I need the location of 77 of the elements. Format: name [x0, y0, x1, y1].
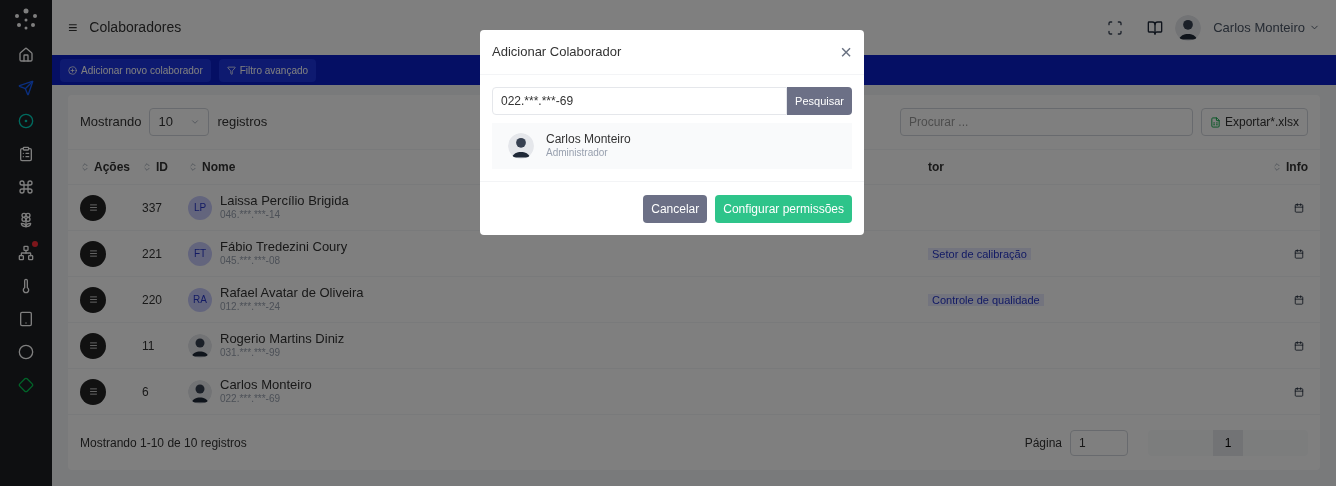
target-icon[interactable] — [18, 113, 34, 129]
page-size-select[interactable]: 10 — [149, 108, 210, 136]
result-name: Carlos Monteiro — [546, 132, 631, 148]
circle-icon[interactable] — [18, 344, 34, 360]
id-cell-text: 11 — [142, 337, 156, 355]
id-cell-text: 221 — [142, 245, 164, 263]
menu-icon — [88, 387, 98, 396]
home-icon[interactable] — [18, 47, 34, 63]
calendar-icon[interactable] — [1294, 386, 1304, 397]
row-menu-button[interactable] — [80, 286, 106, 313]
user-avatar — [1175, 14, 1202, 41]
sector-tag: Setor de calibração — [928, 247, 1031, 260]
command-icon[interactable] — [18, 179, 34, 195]
column-header[interactable]: Nome — [202, 158, 236, 176]
records-label: registros — [217, 113, 268, 132]
initials-avatar: LP — [188, 195, 212, 220]
menu-icon[interactable]: ≡ — [68, 15, 78, 40]
user-name[interactable]: Carlos Monteiro — [1213, 17, 1305, 38]
book-icon[interactable] — [1147, 19, 1164, 36]
row-menu-button[interactable] — [80, 194, 106, 221]
result-card[interactable]: Carlos Monteiro Administrador — [492, 123, 852, 169]
search-field[interactable]: 022.***.***-69 — [492, 87, 788, 115]
page-title: Colaboradores — [89, 18, 182, 37]
spreadsheet-icon — [1209, 116, 1221, 128]
menu-icon — [88, 295, 98, 304]
flower-icon[interactable] — [18, 212, 34, 228]
name-cell: Carlos Monteiro — [220, 377, 312, 394]
id-cell-text: 220 — [142, 291, 164, 309]
fullscreen-icon[interactable] — [1107, 19, 1124, 36]
network-icon[interactable] — [18, 245, 34, 261]
column-header[interactable]: Info — [1286, 158, 1308, 176]
tablet-icon[interactable] — [18, 311, 34, 327]
caret-icon — [190, 117, 201, 127]
modal-title: Adicionar Colaborador — [492, 43, 622, 62]
export-button[interactable]: Exportar*.xlsx — [1200, 108, 1308, 136]
user-avatar — [188, 379, 212, 404]
menu-icon — [88, 249, 98, 258]
menu-icon — [88, 341, 98, 350]
diamond-icon[interactable] — [18, 377, 34, 393]
id-cell-text: 6 — [142, 383, 150, 401]
column-header[interactable]: ID — [156, 158, 168, 176]
page-button[interactable]: 1 — [1212, 429, 1244, 456]
clipboard-icon[interactable] — [18, 146, 34, 162]
calendar-icon[interactable] — [1294, 294, 1304, 305]
search-button[interactable]: Pesquisar — [787, 87, 852, 115]
column-header[interactable]: Ações — [94, 158, 131, 176]
user-avatar — [508, 133, 534, 159]
name-cell: Rafael Avatar de Oliveira — [220, 285, 364, 302]
row-menu-button[interactable] — [80, 378, 106, 405]
name-cell: Fábio Tredezini Coury — [220, 239, 348, 256]
row-menu-button[interactable] — [80, 332, 106, 359]
initials-avatar: RA — [188, 287, 212, 312]
sector-tag: Controle de qualidade — [928, 293, 1044, 306]
column-header[interactable]: tor — [928, 158, 944, 176]
name-cell: Rogerio Martins Diniz — [220, 331, 345, 348]
result-role: Administrador — [546, 147, 609, 160]
id-cell-text: 337 — [142, 199, 164, 217]
row-menu-button[interactable] — [80, 240, 106, 267]
user-avatar — [188, 333, 212, 358]
show-label: Mostrando — [80, 113, 142, 132]
name-cell: Laissa Percílio Brigida — [220, 193, 349, 210]
configure-button[interactable]: Configurar permissões — [715, 194, 852, 223]
filter-button[interactable]: Filtro avançado — [218, 58, 317, 82]
initials-avatar: FT — [188, 241, 212, 266]
cancel-button[interactable]: Cancelar — [643, 194, 708, 223]
footer-summary: Mostrando 1-10 de 10 registros — [80, 434, 247, 452]
page-field[interactable]: 1 — [1070, 429, 1128, 456]
menu-icon — [88, 203, 98, 212]
calendar-icon[interactable] — [1294, 340, 1304, 351]
logo-icon — [14, 8, 38, 30]
filter-icon — [226, 65, 236, 75]
close-button[interactable]: × — [840, 42, 852, 62]
calendar-icon[interactable] — [1294, 248, 1304, 259]
plus-icon — [68, 65, 77, 75]
add-button[interactable]: Adicionar novo colaborador — [60, 58, 211, 82]
page-label: Página — [1024, 434, 1062, 452]
calendar-icon[interactable] — [1294, 202, 1304, 213]
